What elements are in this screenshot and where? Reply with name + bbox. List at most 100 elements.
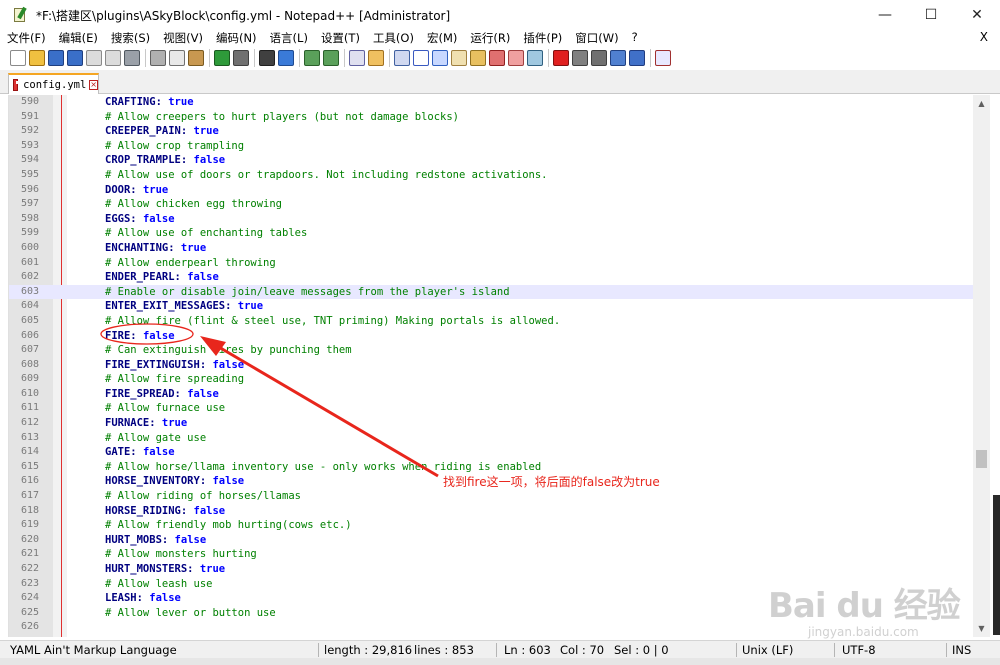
indent-guide-icon[interactable] — [432, 50, 448, 66]
code-line[interactable]: 619 # Allow friendly mob hurting(cows etc… — [9, 518, 974, 533]
code-line[interactable]: 590 CRAFTING: true — [9, 95, 974, 110]
code-text: # Allow monsters hurting — [105, 547, 257, 562]
code-line[interactable]: 614 GATE: false — [9, 445, 974, 460]
maximize-button[interactable]: ☐ — [908, 0, 954, 30]
annotation-text: 找到fire这一项，将后面的false改为true — [443, 475, 660, 489]
code-line[interactable]: 593 # Allow crop trampling — [9, 139, 974, 154]
status-encoding[interactable]: UTF-8 — [838, 641, 876, 659]
tab-config-yml[interactable]: config.yml × — [8, 73, 99, 94]
paste-icon[interactable] — [188, 50, 204, 66]
line-number: 619 — [20, 519, 39, 531]
code-line[interactable]: 600 ENCHANTING: true — [9, 241, 974, 256]
menu-item[interactable]: 插件(P) — [516, 30, 568, 46]
code-text: # Allow furnace use — [105, 401, 225, 416]
status-insert-mode[interactable]: INS — [948, 641, 971, 659]
code-editor[interactable]: 590 CRAFTING: true 591 # Allow creepers to … — [8, 95, 990, 637]
sync-vertical-icon[interactable] — [349, 50, 365, 66]
minimize-button[interactable]: — — [862, 0, 908, 30]
code-line[interactable]: 609 # Allow fire spreading — [9, 372, 974, 387]
redo-icon[interactable] — [233, 50, 249, 66]
save-all-icon[interactable] — [67, 50, 83, 66]
cut-icon[interactable] — [150, 50, 166, 66]
code-line[interactable]: 620 HURT_MOBS: false — [9, 533, 974, 548]
code-line[interactable]: 621 # Allow monsters hurting — [9, 547, 974, 562]
vertical-scrollbar[interactable]: ▲ ▼ — [973, 95, 990, 637]
function-list-icon[interactable] — [489, 50, 505, 66]
code-line[interactable]: 610 FIRE_SPREAD: false — [9, 387, 974, 402]
new-file-icon[interactable] — [10, 50, 26, 66]
code-line[interactable]: 592 CREEPER_PAIN: true — [9, 124, 974, 139]
replace-icon[interactable] — [278, 50, 294, 66]
close-all-icon[interactable] — [105, 50, 121, 66]
menu-item[interactable]: 文件(F) — [0, 30, 52, 46]
status-eol[interactable]: Unix (LF) — [738, 641, 793, 659]
undo-icon[interactable] — [214, 50, 230, 66]
code-text: # Allow use of doors or trapdoors. Not i… — [105, 168, 548, 183]
menu-item[interactable]: 运行(R) — [463, 30, 516, 46]
save-macro-icon[interactable] — [629, 50, 645, 66]
code-line[interactable]: 598 EGGS: false — [9, 212, 974, 227]
word-wrap-icon[interactable] — [394, 50, 410, 66]
menu-item[interactable]: 搜索(S) — [104, 30, 156, 46]
title-bar[interactable]: *F:\搭建区\plugins\ASkyBlock\config.yml - N… — [0, 0, 1000, 30]
zoom-in-icon[interactable] — [304, 50, 320, 66]
play-multiple-icon[interactable] — [610, 50, 626, 66]
menu-item[interactable]: ? — [625, 30, 644, 46]
open-file-icon[interactable] — [29, 50, 45, 66]
code-line[interactable]: 601 # Allow enderpearl throwing — [9, 256, 974, 271]
scrollbar-thumb[interactable] — [976, 450, 987, 468]
record-macro-icon[interactable] — [553, 50, 569, 66]
comment-text: # Allow furnace use — [105, 402, 226, 415]
play-macro-icon[interactable] — [591, 50, 607, 66]
menu-item[interactable]: 视图(V) — [156, 30, 209, 46]
udl-icon[interactable] — [451, 50, 467, 66]
current-line[interactable]: 603 # Enable or disable join/leave messag… — [9, 284, 974, 300]
close-window-button[interactable]: ✕ — [954, 0, 1000, 30]
menu-item[interactable]: 语言(L) — [263, 30, 314, 46]
code-text: ENCHANTING: true — [105, 241, 206, 256]
doc-map-icon[interactable] — [470, 50, 486, 66]
scroll-down-arrow-icon[interactable]: ▼ — [973, 620, 990, 637]
code-line[interactable]: 613 # Allow gate use — [9, 431, 974, 446]
scroll-up-arrow-icon[interactable]: ▲ — [973, 95, 990, 112]
code-line[interactable]: 597 # Allow chicken egg throwing — [9, 197, 974, 212]
menu-item[interactable]: 宏(M) — [420, 30, 463, 46]
tab-close-button[interactable]: × — [89, 79, 98, 90]
unsaved-file-icon — [13, 78, 23, 91]
copy-icon[interactable] — [169, 50, 185, 66]
code-line[interactable]: 595 # Allow use of doors or trapdoors. No… — [9, 168, 974, 183]
code-line[interactable]: 612 FURNACE: true — [9, 416, 974, 431]
code-line[interactable]: 596 DOOR: true — [9, 183, 974, 198]
find-icon[interactable] — [259, 50, 275, 66]
code-line[interactable]: 594 CROP_TRAMPLE: false — [9, 153, 974, 168]
code-line[interactable]: 618 HORSE_RIDING: false — [9, 504, 974, 519]
save-icon[interactable] — [48, 50, 64, 66]
folder-workspace-icon[interactable] — [508, 50, 524, 66]
zoom-out-icon[interactable] — [323, 50, 339, 66]
code-line[interactable]: 607 # Can extinguish fires by punching th… — [9, 343, 974, 358]
close-document-button[interactable]: X — [980, 30, 988, 44]
code-line[interactable]: 622 HURT_MONSTERS: true — [9, 562, 974, 577]
menu-item[interactable]: 编码(N) — [209, 30, 263, 46]
menu-item[interactable]: 窗口(W) — [568, 30, 624, 46]
code-line[interactable]: 617 # Allow riding of horses/llamas — [9, 489, 974, 504]
print-icon[interactable] — [124, 50, 140, 66]
menu-item[interactable]: 工具(O) — [366, 30, 420, 46]
menu-item[interactable]: 设置(T) — [314, 30, 366, 46]
menu-item[interactable]: 编辑(E) — [52, 30, 104, 46]
code-line[interactable]: 605 # Allow fire (flint & steel use, TNT … — [9, 314, 974, 329]
stop-record-icon[interactable] — [572, 50, 588, 66]
code-text: # Allow use of enchanting tables — [105, 226, 307, 241]
code-line[interactable]: 602 ENDER_PEARL: false — [9, 270, 974, 285]
sync-horizontal-icon[interactable] — [368, 50, 384, 66]
code-line[interactable]: 604 ENTER_EXIT_MESSAGES: true — [9, 299, 974, 314]
spellcheck-icon[interactable] — [655, 50, 671, 66]
close-file-icon[interactable] — [86, 50, 102, 66]
code-line[interactable]: 606 FIRE: false — [9, 329, 974, 344]
show-all-chars-icon[interactable] — [413, 50, 429, 66]
code-line[interactable]: 591 # Allow creepers to hurt players (but… — [9, 110, 974, 125]
code-line[interactable]: 608 FIRE_EXTINGUISH: false — [9, 358, 974, 373]
code-line[interactable]: 611 # Allow furnace use — [9, 401, 974, 416]
code-line[interactable]: 599 # Allow use of enchanting tables — [9, 226, 974, 241]
monitoring-icon[interactable] — [527, 50, 543, 66]
